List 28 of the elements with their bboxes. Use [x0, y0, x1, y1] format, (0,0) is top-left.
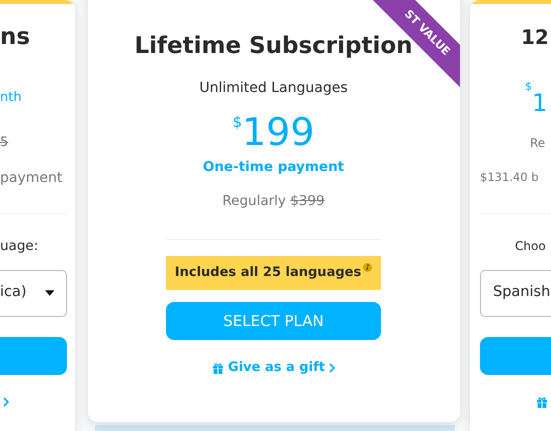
- language-label: Choo: [515, 238, 547, 255]
- plan-title: ns: [0, 22, 32, 52]
- plan-subtitle: Unlimited Languages: [199, 78, 348, 98]
- language-select[interactable]: ica): [0, 270, 67, 316]
- regular-price: 5: [0, 134, 10, 152]
- price-period: nth: [0, 88, 23, 107]
- price-period: One-time payment: [202, 158, 344, 176]
- payment-note: payment: [0, 168, 64, 188]
- caret-icon: [44, 289, 54, 297]
- price: 199: [242, 110, 315, 154]
- plan-title: 12: [521, 24, 550, 51]
- chevron-icon: [3, 397, 9, 407]
- regular-price: Regularly $399: [222, 192, 325, 211]
- select-plan-button[interactable]: [480, 337, 551, 375]
- highlight-text: Includes all 25 languages: [174, 264, 362, 282]
- info-icon: [363, 263, 372, 272]
- currency-symbol: $: [232, 112, 242, 130]
- regular-price: Re: [530, 135, 546, 152]
- gift-icon: [536, 396, 548, 408]
- payment-note: $131.40 b: [480, 169, 540, 186]
- language-label: uage:: [0, 236, 40, 256]
- language-select[interactable]: Spanish: [480, 270, 551, 316]
- gift-icon: [212, 362, 224, 374]
- price: 1: [532, 88, 548, 116]
- currency-symbol: $: [525, 80, 532, 92]
- select-plan-button[interactable]: [0, 337, 67, 375]
- chevron-icon: [328, 362, 335, 373]
- plan-title: Lifetime Subscription: [134, 32, 413, 61]
